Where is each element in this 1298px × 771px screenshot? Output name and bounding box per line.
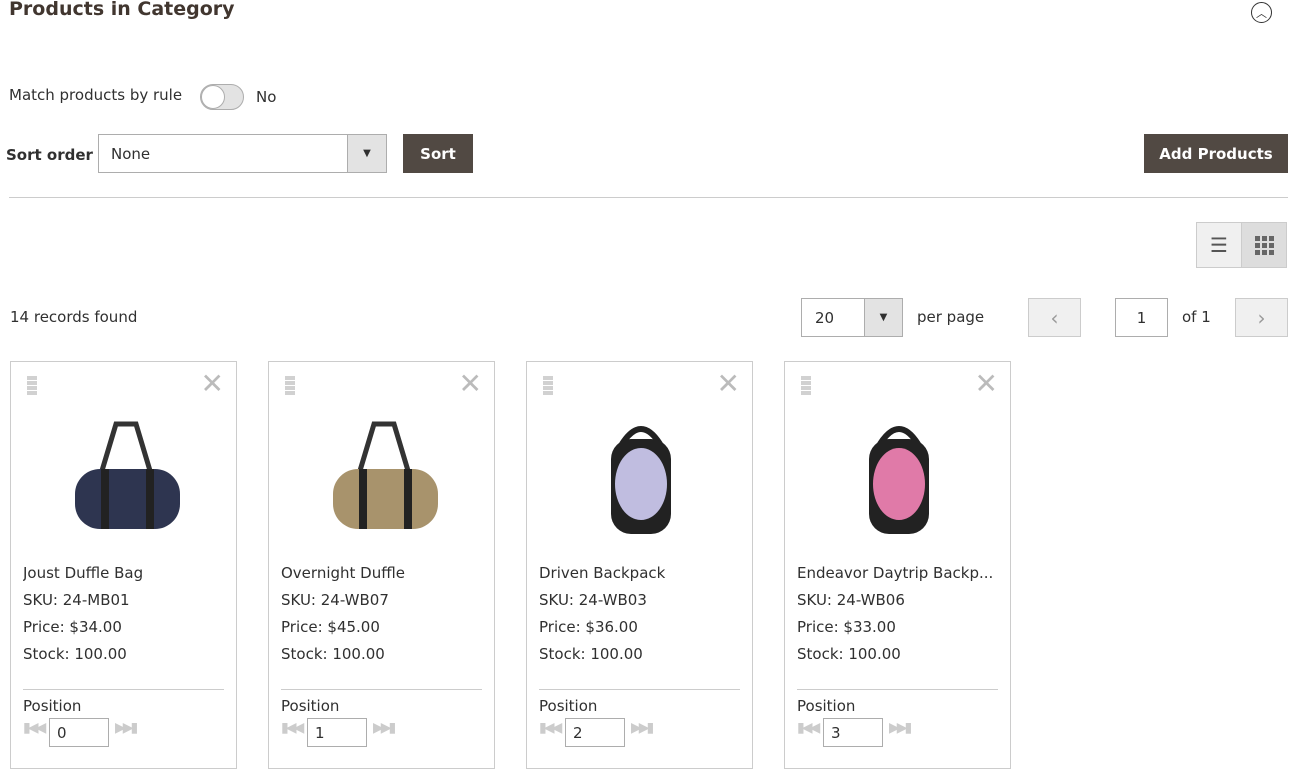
move-last-icon[interactable]: ▶▶▮	[373, 720, 396, 736]
divider	[23, 689, 224, 690]
position-input[interactable]: 1	[307, 718, 367, 747]
product-sku: SKU: 24-WB06	[797, 591, 905, 609]
match-value: No	[256, 88, 277, 106]
position-label: Position	[23, 697, 82, 715]
product-price: Price: $33.00	[797, 618, 896, 636]
move-last-icon[interactable]: ▶▶▮	[631, 720, 654, 736]
product-card: ✕ Endeavor Daytrip Backp... SKU: 24-WB06…	[784, 361, 1011, 769]
divider	[9, 197, 1288, 198]
divider	[797, 689, 998, 690]
move-first-icon[interactable]: ▮◀◀	[539, 720, 562, 736]
records-found: 14 records found	[10, 308, 138, 326]
sort-button[interactable]: Sort	[403, 134, 473, 173]
per-page-select[interactable]: 20 ▼	[801, 298, 903, 337]
product-card: ✕ Driven Backpack SKU: 24-WB03 Price: $3…	[526, 361, 753, 769]
product-price: Price: $34.00	[23, 618, 122, 636]
remove-icon[interactable]: ✕	[717, 370, 740, 398]
product-stock: Stock: 100.00	[23, 645, 127, 663]
per-page-value: 20	[815, 308, 835, 327]
product-card: ✕ Overnight Duffle SKU: 24-WB07 Price: $…	[268, 361, 495, 769]
product-image	[869, 426, 929, 534]
product-image	[333, 421, 438, 529]
per-page-label: per page	[917, 308, 985, 326]
page-total: of 1	[1182, 308, 1211, 326]
page-title: Products in Category	[9, 0, 235, 20]
collapse-icon[interactable]: ︿	[1251, 2, 1272, 23]
match-label: Match products by rule	[9, 86, 183, 104]
sort-order-select[interactable]: None ▼	[98, 134, 387, 173]
page-input[interactable]: 1	[1115, 298, 1168, 337]
drag-handle-icon[interactable]	[285, 376, 295, 396]
product-stock: Stock: 100.00	[797, 645, 901, 663]
divider	[539, 689, 740, 690]
product-stock: Stock: 100.00	[539, 645, 643, 663]
product-sku: SKU: 24-WB03	[539, 591, 647, 609]
divider	[281, 689, 482, 690]
product-name: Endeavor Daytrip Backp...	[797, 564, 994, 582]
position-label: Position	[539, 697, 598, 715]
next-page-button[interactable]: ›	[1235, 298, 1288, 337]
prev-page-button[interactable]: ‹	[1028, 298, 1081, 337]
move-last-icon[interactable]: ▶▶▮	[115, 720, 138, 736]
position-label: Position	[281, 697, 340, 715]
sort-selected: None	[111, 145, 151, 163]
product-sku: SKU: 24-WB07	[281, 591, 389, 609]
move-first-icon[interactable]: ▮◀◀	[23, 720, 46, 736]
product-card: ✕ Joust Duffle Bag SKU: 24-MB01 Price: $…	[10, 361, 237, 769]
product-stock: Stock: 100.00	[281, 645, 385, 663]
grid-view-button[interactable]	[1241, 222, 1287, 268]
product-price: Price: $45.00	[281, 618, 380, 636]
chevron-down-icon: ▼	[864, 299, 902, 336]
position-input[interactable]: 3	[823, 718, 883, 747]
move-first-icon[interactable]: ▮◀◀	[281, 720, 304, 736]
product-image	[75, 421, 180, 529]
product-price: Price: $36.00	[539, 618, 638, 636]
drag-handle-icon[interactable]	[543, 376, 553, 396]
chevron-down-icon: ▼	[347, 135, 386, 172]
add-products-button[interactable]: Add Products	[1144, 134, 1288, 173]
product-name: Driven Backpack	[539, 564, 666, 582]
move-last-icon[interactable]: ▶▶▮	[889, 720, 912, 736]
drag-handle-icon[interactable]	[801, 376, 811, 396]
remove-icon[interactable]: ✕	[459, 370, 482, 398]
product-name: Overnight Duffle	[281, 564, 405, 582]
move-first-icon[interactable]: ▮◀◀	[797, 720, 820, 736]
match-toggle[interactable]	[200, 84, 244, 110]
position-label: Position	[797, 697, 856, 715]
grid-icon	[1254, 235, 1274, 255]
product-sku: SKU: 24-MB01	[23, 591, 130, 609]
list-view-button[interactable]: ☰	[1196, 222, 1242, 268]
drag-handle-icon[interactable]	[27, 376, 37, 396]
remove-icon[interactable]: ✕	[201, 370, 224, 398]
position-input[interactable]: 0	[49, 718, 109, 747]
remove-icon[interactable]: ✕	[975, 370, 998, 398]
product-image	[611, 426, 671, 534]
sort-label: Sort order	[6, 146, 93, 164]
position-input[interactable]: 2	[565, 718, 625, 747]
product-name: Joust Duffle Bag	[23, 564, 144, 582]
